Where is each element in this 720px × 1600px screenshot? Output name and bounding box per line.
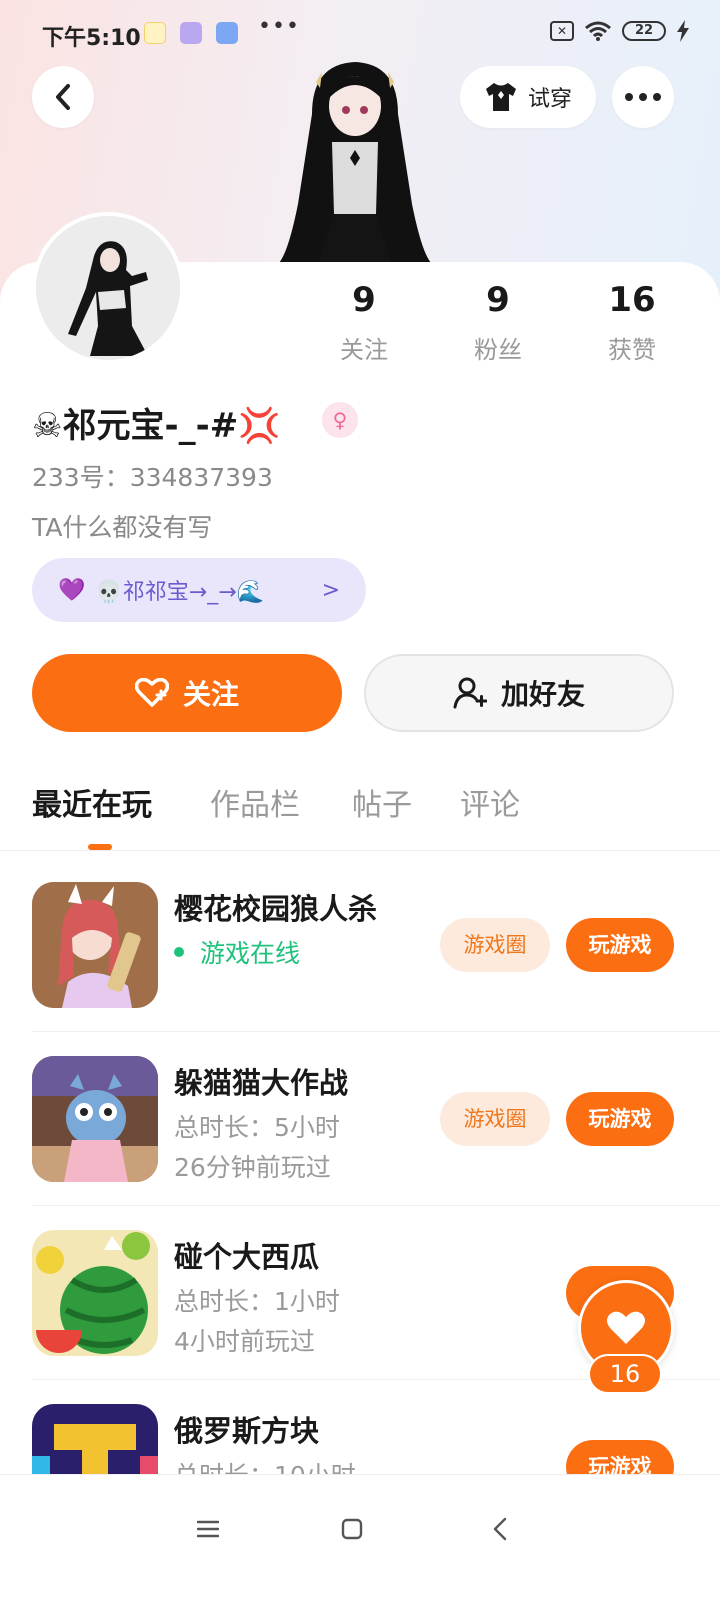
game-circle-button[interactable]: 游戏圈 [440, 1092, 550, 1146]
status-icons: ✕ 22 [550, 20, 690, 42]
relationship-partner-name: 💀祁祁宝→_→🌊 [95, 580, 265, 605]
stat-following-label: 关注 [340, 336, 388, 364]
wifi-icon [585, 21, 611, 41]
stat-followers[interactable]: 9 粉丝 [438, 278, 558, 365]
purple-heart-icon: 💜 [58, 577, 86, 603]
follow-label: 关注 [182, 678, 239, 711]
lightning-icon [677, 20, 689, 42]
add-user-icon [453, 677, 487, 709]
like-count-badge: 16 [588, 1354, 662, 1394]
game-list-item[interactable]: 俄罗斯方块 总时长：10小时 玩游戏 [0, 1404, 720, 1474]
try-on-label: 试穿 [527, 87, 572, 112]
heart-icon [607, 1311, 645, 1344]
tab-posts[interactable]: 帖子 [352, 780, 412, 824]
nickname: ☠祁元宝-_-#💢 [32, 406, 281, 446]
play-game-button[interactable]: 玩游戏 [566, 1092, 674, 1146]
tab-recently-played[interactable]: 最近在玩 [32, 780, 152, 824]
tab-works[interactable]: 作品栏 [210, 780, 300, 824]
user-id[interactable]: 233号：334837393 [32, 458, 273, 494]
tab-comments[interactable]: 评论 [460, 780, 520, 824]
profile-stats: 9 关注 9 粉丝 16 获赞 [0, 278, 720, 368]
game-icon [32, 1404, 158, 1474]
game-circle-button[interactable]: 游戏圈 [440, 918, 550, 972]
game-name: 俄罗斯方块 [174, 1414, 320, 1448]
game-playtime: 总时长：5小时 [174, 1113, 340, 1142]
back-arrow-icon [56, 84, 70, 110]
stat-likes-label: 获赞 [608, 336, 656, 364]
game-list-item[interactable]: 樱花校园狼人杀 游戏在线 游戏圈 玩游戏 [0, 882, 720, 1056]
status-time: 下午5:10 [42, 26, 141, 51]
chevron-right-icon: > [321, 577, 340, 603]
app-notification-icon [144, 22, 166, 44]
play-game-button[interactable]: 玩游戏 [566, 1440, 674, 1474]
game-list-item[interactable]: 躲猫猫大作战 总时长：5小时 26分钟前玩过 游戏圈 玩游戏 [0, 1056, 720, 1230]
stat-following[interactable]: 9 关注 [304, 278, 424, 365]
bio: TA什么都没有写 [32, 513, 213, 542]
tshirt-icon [485, 83, 516, 111]
app-notification-icon [180, 22, 202, 44]
game-name: 碰个大西瓜 [174, 1240, 320, 1274]
follow-button[interactable]: 关注 [32, 654, 342, 732]
app-notification-icon [216, 22, 238, 44]
back-button[interactable] [32, 66, 94, 128]
game-name: 躲猫猫大作战 [174, 1066, 349, 1100]
add-friend-button[interactable]: 加好友 [364, 654, 674, 732]
avatar-character-figure [278, 62, 432, 264]
game-name: 樱花校园狼人杀 [174, 892, 378, 926]
game-playtime: 总时长：10小时 [174, 1456, 356, 1474]
game-icon [32, 1056, 158, 1182]
sim-x-icon: ✕ [550, 21, 574, 41]
game-last-played: 4小时前玩过 [174, 1327, 315, 1356]
home-square-icon[interactable] [332, 1509, 372, 1549]
heart-plus-icon [134, 678, 169, 707]
more-options-button[interactable] [612, 66, 674, 128]
play-game-button[interactable]: 玩游戏 [566, 918, 674, 972]
game-last-played: 26分钟前玩过 [174, 1153, 331, 1182]
system-navigation-bar [0, 1474, 720, 1600]
relationship-pill[interactable]: 💜 💀祁祁宝→_→🌊 > [32, 558, 366, 622]
try-on-button[interactable]: 试穿 [460, 66, 596, 128]
back-triangle-icon[interactable] [480, 1509, 520, 1549]
battery-indicator: 22 [622, 21, 666, 41]
divider [0, 850, 720, 851]
menu-icon[interactable] [188, 1509, 228, 1549]
stat-likes[interactable]: 16 获赞 [572, 278, 692, 365]
game-icon [32, 1230, 158, 1356]
profile-tabs: 最近在玩 作品栏 帖子 评论 [0, 780, 720, 850]
divider [32, 1031, 720, 1032]
online-status-text: 游戏在线 [200, 939, 301, 968]
stat-followers-label: 粉丝 [474, 336, 522, 364]
more-dots-icon [625, 93, 661, 101]
add-friend-label: 加好友 [500, 678, 585, 711]
stat-followers-count: 9 [486, 280, 510, 320]
stat-following-count: 9 [352, 280, 376, 320]
female-gender-icon: ♀ [322, 402, 358, 438]
more-notifications-icon: ••• [258, 14, 300, 39]
game-playtime: 总时长：1小时 [174, 1287, 340, 1316]
stat-likes-count: 16 [608, 280, 656, 320]
online-status: 游戏在线 [174, 934, 300, 970]
divider [32, 1205, 720, 1206]
online-dot-icon [174, 947, 184, 957]
game-icon [32, 882, 158, 1008]
